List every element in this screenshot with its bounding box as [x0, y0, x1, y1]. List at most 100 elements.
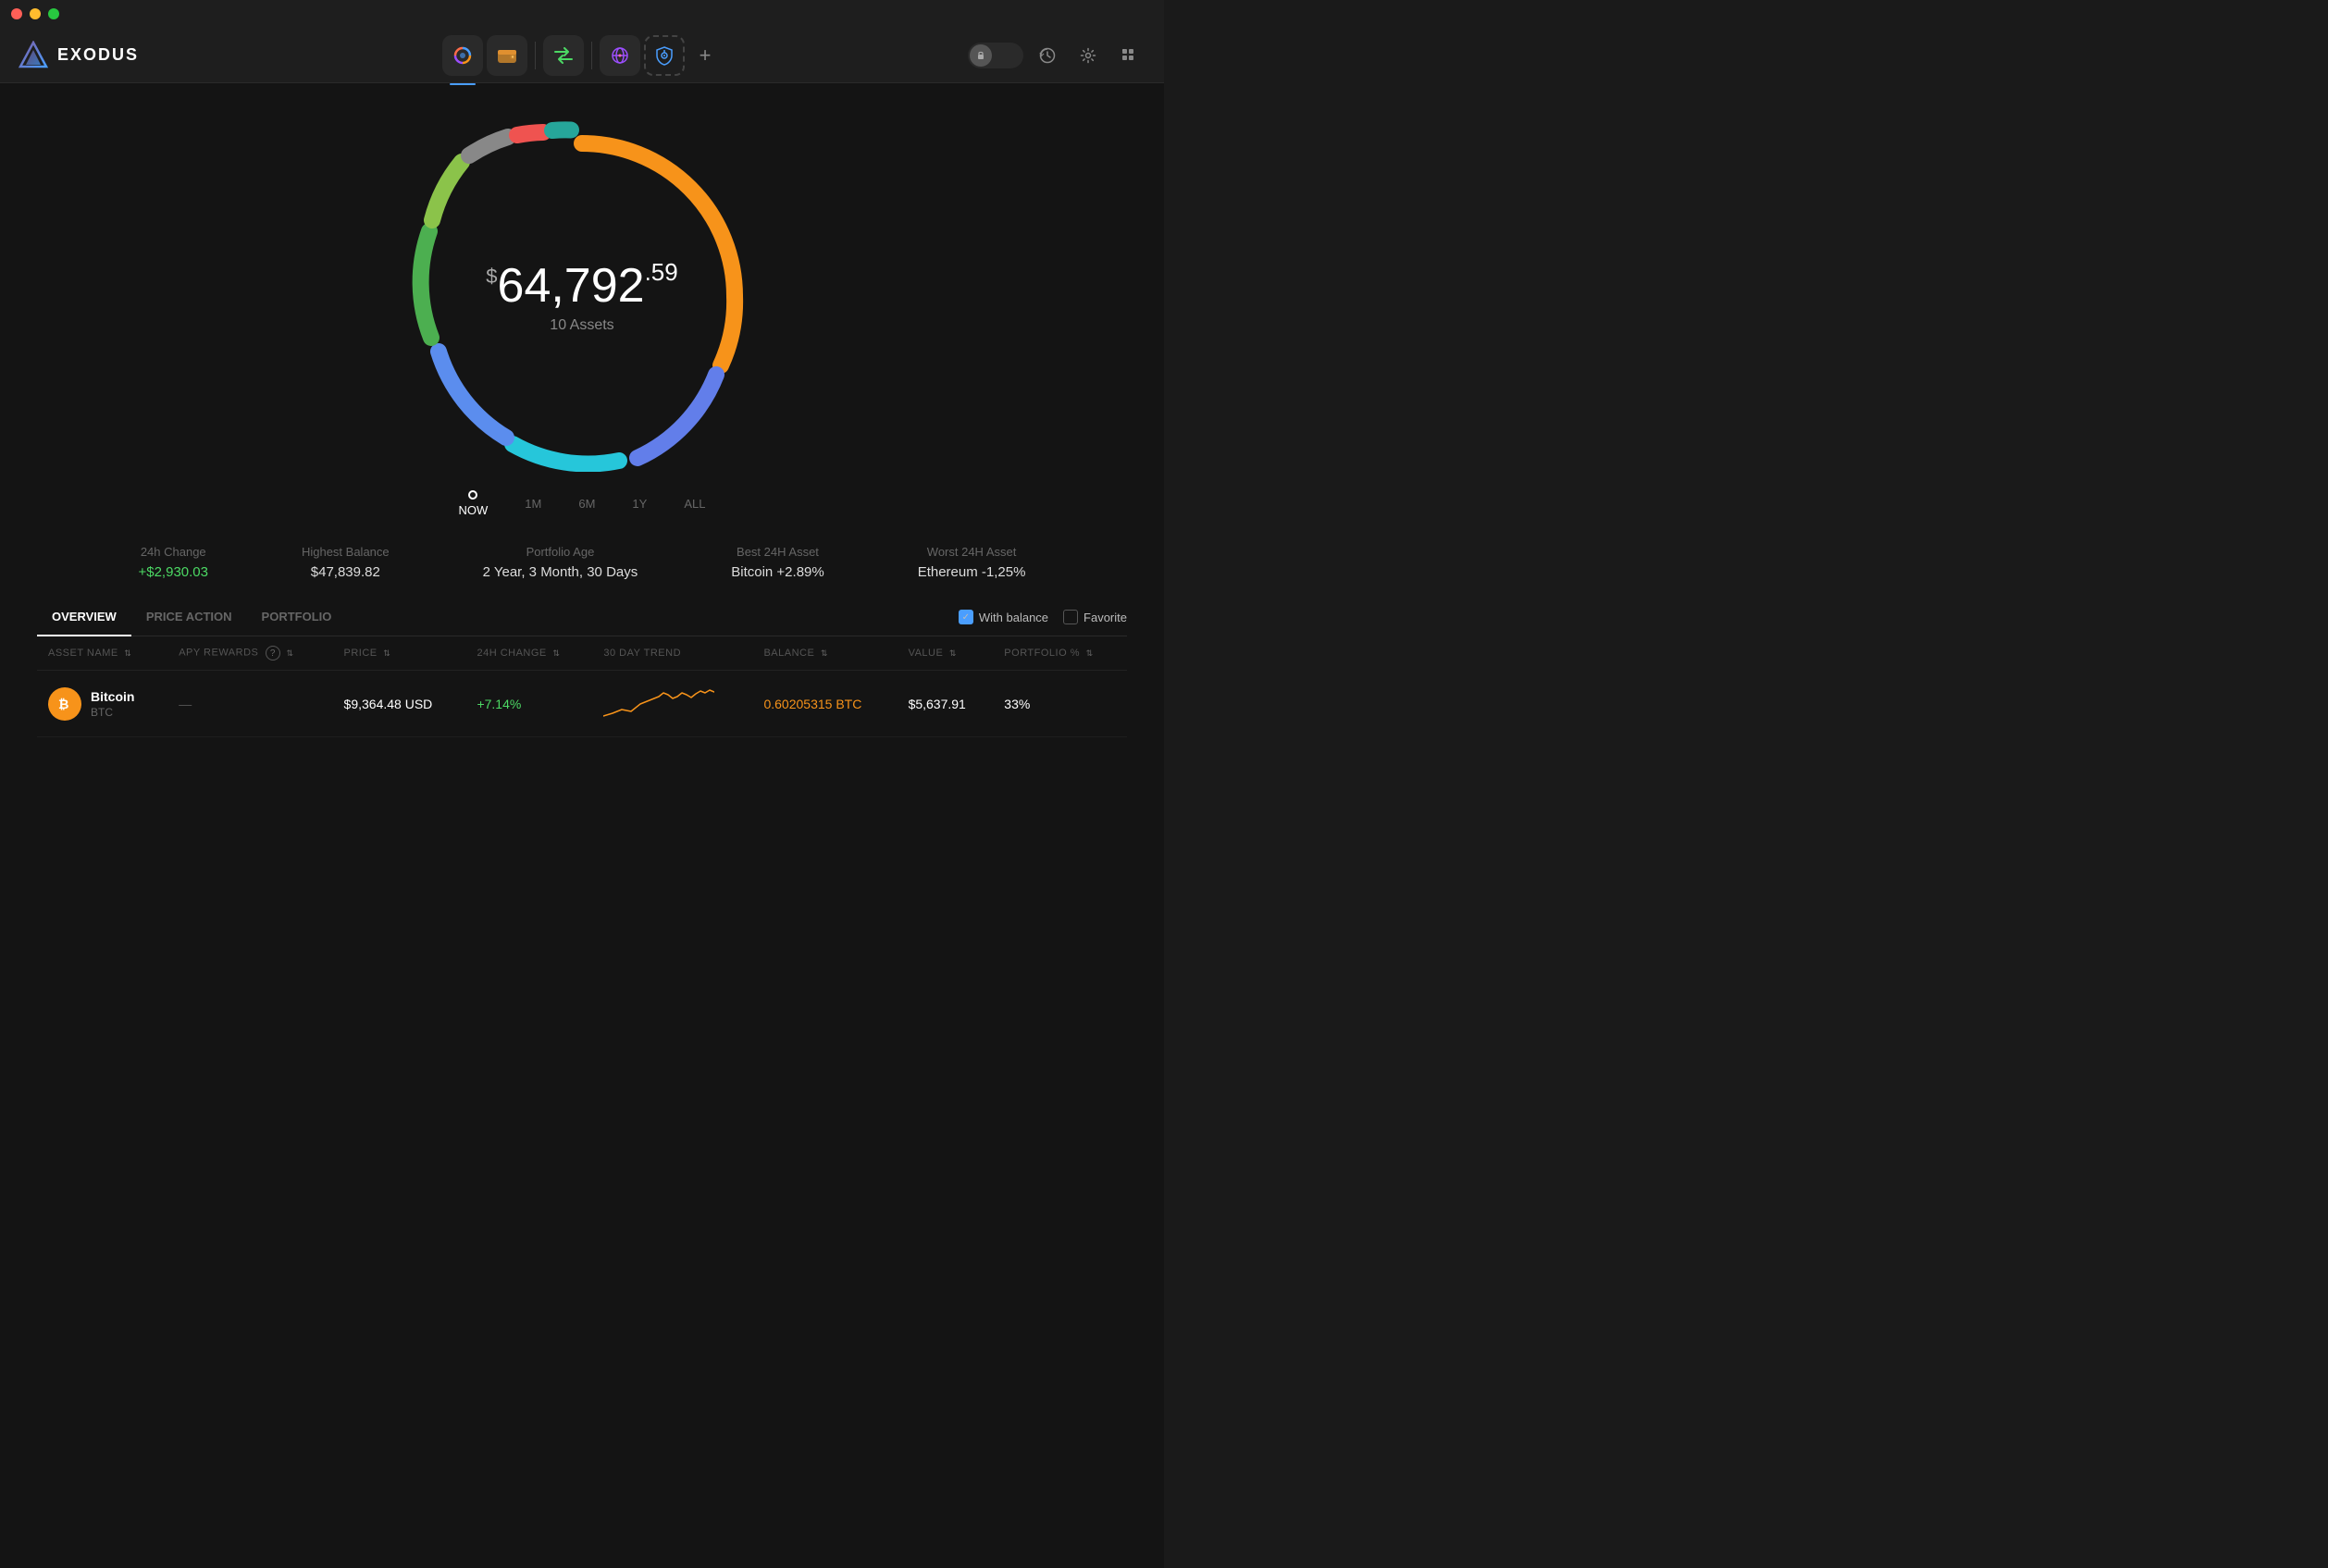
th-value[interactable]: VALUE ⇅ [898, 636, 994, 671]
td-change: +7.14% [465, 671, 592, 737]
stat-best-asset: Best 24H Asset Bitcoin +2.89% [731, 545, 823, 580]
stat-worst-value: Ethereum -1,25% [918, 564, 1026, 580]
close-button[interactable] [11, 8, 22, 19]
table-body: ₿ Bitcoin BTC — $9,364.48 USD [37, 671, 1127, 737]
portfolio-pct: 33% [1004, 697, 1030, 711]
th-asset-name[interactable]: ASSET NAME ⇅ [37, 636, 167, 671]
nav-portfolio[interactable] [442, 35, 483, 76]
th-apy[interactable]: APY REWARDS ? ⇅ [167, 636, 332, 671]
time-all[interactable]: ALL [684, 497, 705, 511]
now-dot [468, 490, 477, 500]
table-head: ASSET NAME ⇅ APY REWARDS ? ⇅ PRICE ⇅ 24H… [37, 636, 1127, 671]
td-apy: — [167, 671, 332, 737]
favorite-label: Favorite [1084, 611, 1127, 624]
sort-arrow-price: ⇅ [383, 648, 390, 658]
settings-icon [1080, 47, 1096, 64]
nav-earn[interactable] [644, 35, 685, 76]
logo-text: EXODUS [57, 45, 139, 65]
nav-center: + [442, 35, 722, 76]
stat-best-label: Best 24H Asset [731, 545, 823, 559]
filter-favorite[interactable]: Favorite [1063, 610, 1127, 624]
tab-overview[interactable]: OVERVIEW [37, 599, 131, 636]
nav-exchange[interactable] [543, 35, 584, 76]
with-balance-checkbox[interactable]: ✓ [959, 610, 973, 624]
sort-arrow-value: ⇅ [949, 648, 957, 658]
change-value: +7.14% [477, 697, 521, 711]
favorite-checkbox[interactable] [1063, 610, 1078, 624]
td-asset-name: ₿ Bitcoin BTC [37, 671, 167, 737]
title-bar [0, 0, 1164, 28]
apy-value: — [179, 697, 192, 711]
svg-text:₿: ₿ [58, 697, 68, 711]
amount-symbol: $ [486, 258, 497, 295]
btc-icon: ₿ [48, 687, 81, 721]
time-1m[interactable]: 1M [525, 497, 541, 511]
stat-24h-value: +$2,930.03 [138, 564, 208, 580]
stat-worst-label: Worst 24H Asset [918, 545, 1026, 559]
table-row[interactable]: ₿ Bitcoin BTC — $9,364.48 USD [37, 671, 1127, 737]
filter-with-balance[interactable]: ✓ With balance [959, 610, 1048, 624]
asset-name-cell: ₿ Bitcoin BTC [48, 687, 156, 721]
stats-row: 24h Change +$2,930.03 Highest Balance $4… [73, 545, 1091, 580]
tab-portfolio[interactable]: PORTFOLIO [247, 599, 347, 636]
grid-icon [1121, 47, 1137, 64]
time-1y[interactable]: 1Y [632, 497, 647, 511]
time-6m[interactable]: 6M [578, 497, 595, 511]
header: EXODUS [0, 28, 1164, 83]
stat-highest-balance: Highest Balance $47,839.82 [302, 545, 390, 580]
stat-highest-value: $47,839.82 [302, 564, 390, 580]
stat-age-value: 2 Year, 3 Month, 30 Days [483, 564, 638, 580]
tabs-right: ✓ With balance Favorite [959, 610, 1127, 624]
apy-help-icon[interactable]: ? [266, 646, 280, 661]
stat-worst-asset: Worst 24H Asset Ethereum -1,25% [918, 545, 1026, 580]
th-portfolio-pct[interactable]: PORTFOLIO % ⇅ [993, 636, 1127, 671]
minimize-button[interactable] [30, 8, 41, 19]
stat-age-label: Portfolio Age [483, 545, 638, 559]
nav-add[interactable]: + [688, 39, 722, 72]
stat-24h-label: 24h Change [138, 545, 208, 559]
stat-highest-label: Highest Balance [302, 545, 390, 559]
maximize-button[interactable] [48, 8, 59, 19]
portfolio-section: $ 64,792 .59 10 Assets NOW 1M 6M 1Y ALL … [37, 102, 1127, 599]
portfolio-ring: $ 64,792 .59 10 Assets [406, 120, 758, 472]
stat-24h-change: 24h Change +$2,930.03 [138, 545, 208, 580]
bitcoin-symbol: ₿ [56, 695, 74, 713]
tab-price-action[interactable]: PRICE ACTION [131, 599, 247, 636]
th-change[interactable]: 24H CHANGE ⇅ [465, 636, 592, 671]
earn-icon [655, 45, 674, 66]
settings-button[interactable] [1071, 39, 1105, 72]
sort-arrow-asset: ⇅ [124, 648, 131, 658]
asset-name-text: Bitcoin BTC [91, 689, 134, 719]
amount-main: 64,792 [498, 258, 645, 314]
sort-arrow-change: ⇅ [552, 648, 560, 658]
table-header-row: ASSET NAME ⇅ APY REWARDS ? ⇅ PRICE ⇅ 24H… [37, 636, 1127, 671]
header-right [968, 39, 1145, 72]
grid-button[interactable] [1112, 39, 1145, 72]
nav-apps[interactable] [600, 35, 640, 76]
wallet-icon [497, 46, 517, 65]
sparkline-chart [603, 684, 714, 721]
history-button[interactable] [1031, 39, 1064, 72]
td-trend [592, 671, 752, 737]
th-balance[interactable]: BALANCE ⇅ [752, 636, 897, 671]
time-axis: NOW 1M 6M 1Y ALL [440, 490, 724, 517]
time-now-label: NOW [459, 503, 489, 517]
price-value: $9,364.48 USD [344, 697, 433, 711]
td-value: $5,637.91 [898, 671, 994, 737]
th-price[interactable]: PRICE ⇅ [333, 636, 466, 671]
exchange-icon [553, 47, 574, 64]
nav-divider-2 [591, 42, 592, 69]
fiat-value: $5,637.91 [909, 697, 966, 711]
td-balance: 0.60205315 BTC [752, 671, 897, 737]
assets-count: 10 Assets [486, 317, 677, 334]
apps-icon [610, 45, 630, 66]
logo-area: EXODUS [19, 41, 204, 70]
td-price: $9,364.48 USD [333, 671, 466, 737]
asset-name-full: Bitcoin [91, 689, 134, 704]
time-now[interactable]: NOW [459, 490, 489, 517]
history-icon [1039, 47, 1056, 64]
lock-toggle[interactable] [968, 43, 1023, 68]
nav-divider-1 [535, 42, 536, 69]
ring-center-text: $ 64,792 .59 10 Assets [486, 258, 677, 334]
nav-wallet[interactable] [487, 35, 527, 76]
